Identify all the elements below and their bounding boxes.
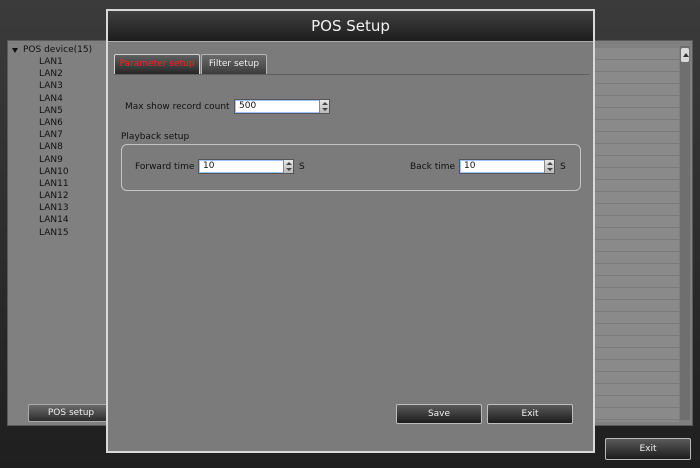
back-time-value: 10: [464, 161, 476, 171]
tab-bar: Parameter setup Filter setup: [114, 54, 267, 74]
tree-item-lan5[interactable]: LAN5: [12, 105, 92, 117]
tree-item-lan7[interactable]: LAN7: [12, 129, 92, 141]
spin-up-icon[interactable]: [322, 102, 328, 105]
tree-item-lan11[interactable]: LAN11: [12, 178, 92, 190]
tree-item-lan9[interactable]: LAN9: [12, 154, 92, 166]
tab-parameter-setup[interactable]: Parameter setup: [114, 54, 200, 74]
pos-setup-button[interactable]: POS setup: [28, 404, 114, 422]
tree-item-lan6[interactable]: LAN6: [12, 117, 92, 129]
tree-item-lan3[interactable]: LAN3: [12, 80, 92, 92]
forward-time-arrows[interactable]: [283, 160, 293, 173]
tree-item-lan14[interactable]: LAN14: [12, 214, 92, 226]
device-tree: POS device(15) LAN1 LAN2 LAN3 LAN4 LAN5 LAN6 L…: [12, 44, 92, 239]
tree-item-lan4[interactable]: LAN4: [12, 93, 92, 105]
max-record-count-value: 500: [239, 101, 257, 111]
expand-triangle-icon[interactable]: [12, 47, 18, 53]
tree-root[interactable]: POS device(15): [12, 44, 92, 56]
spin-down-icon[interactable]: [547, 168, 553, 171]
tree-root-label: POS device(15): [23, 45, 93, 55]
forward-time-value: 10: [203, 161, 215, 171]
tree-items: LAN1 LAN2 LAN3 LAN4 LAN5 LAN6 LAN7 LAN8 LAN9 LAN1…: [12, 56, 92, 239]
spin-up-icon[interactable]: [286, 162, 292, 165]
tree-item-lan15[interactable]: LAN15: [12, 227, 92, 239]
pos-setup-dialog: POS Setup Parameter setup Filter setup M…: [106, 9, 595, 453]
tree-item-lan12[interactable]: LAN12: [12, 190, 92, 202]
forward-time-spinbox[interactable]: 10: [198, 159, 294, 174]
max-record-count-spinbox[interactable]: 500: [234, 99, 330, 114]
forward-time-unit: S: [299, 162, 305, 172]
back-time-spinbox[interactable]: 10: [459, 159, 555, 174]
scroll-thumb[interactable]: [681, 48, 689, 62]
tree-item-lan10[interactable]: LAN10: [12, 166, 92, 178]
dialog-title: POS Setup: [108, 11, 593, 42]
spin-down-icon[interactable]: [322, 108, 328, 111]
channel-list: [595, 48, 679, 422]
tree-item-lan13[interactable]: LAN13: [12, 202, 92, 214]
spin-up-icon[interactable]: [547, 162, 553, 165]
back-time-label: Back time: [410, 162, 456, 172]
tab-divider: [114, 74, 589, 75]
back-time-arrows[interactable]: [544, 160, 554, 173]
save-button[interactable]: Save: [396, 404, 482, 424]
tree-item-lan2[interactable]: LAN2: [12, 68, 92, 80]
spin-down-icon[interactable]: [286, 168, 292, 171]
main-exit-button[interactable]: Exit: [605, 438, 691, 460]
scroll-up-icon: [683, 53, 689, 57]
tree-item-lan8[interactable]: LAN8: [12, 141, 92, 153]
tree-item-lan1[interactable]: LAN1: [12, 56, 92, 68]
playback-group-label: Playback setup: [121, 132, 190, 142]
max-record-count-label: Max show record count: [125, 102, 230, 112]
back-time-unit: S: [560, 162, 566, 172]
tab-filter-setup[interactable]: Filter setup: [201, 54, 267, 74]
exit-button[interactable]: Exit: [487, 404, 573, 424]
scrollbar[interactable]: [680, 46, 690, 420]
forward-time-label: Forward time: [135, 162, 195, 172]
max-record-count-arrows[interactable]: [319, 100, 329, 113]
